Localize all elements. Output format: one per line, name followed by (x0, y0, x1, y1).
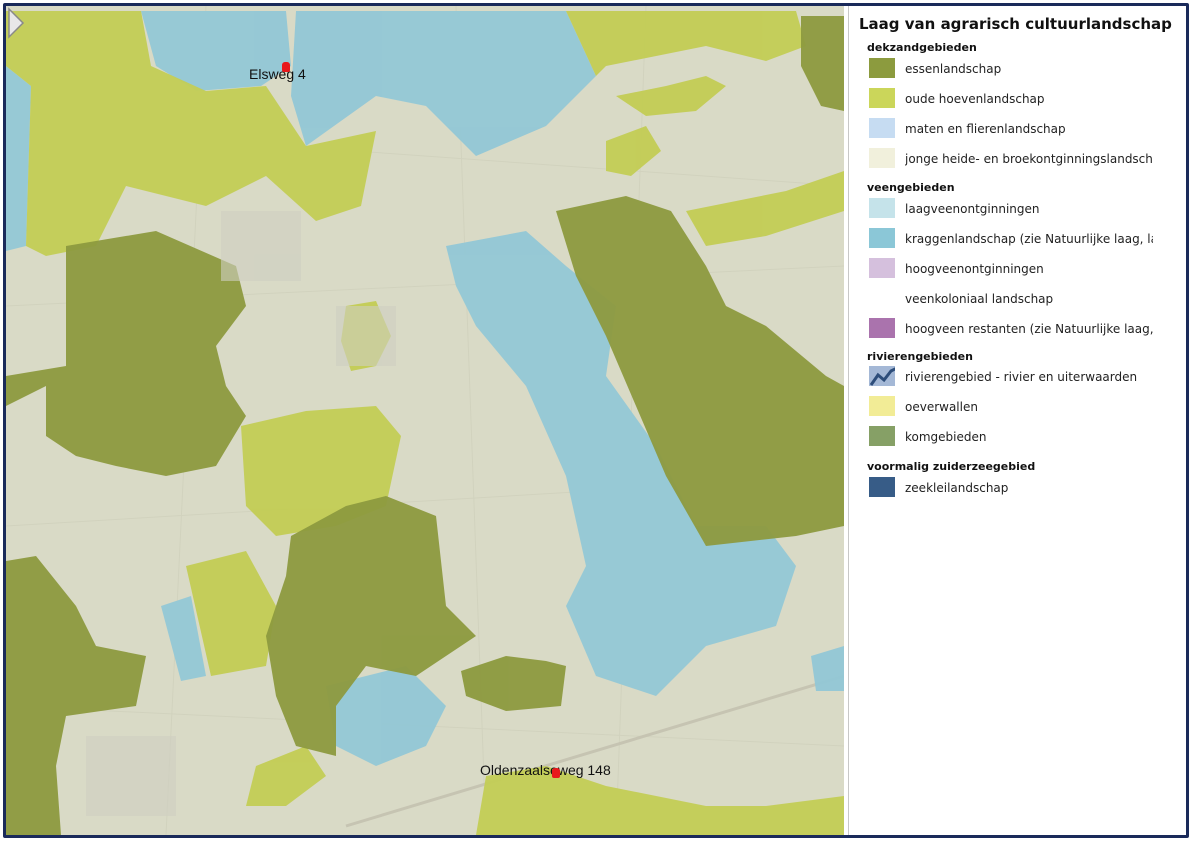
legend-swatch (869, 58, 895, 78)
legend-swatch (869, 477, 895, 497)
legend-group-heading: voormalig zuiderzeegebied (867, 460, 1036, 473)
legend-swatch (869, 318, 895, 338)
location-marker-elsweg[interactable] (282, 62, 290, 72)
map-view[interactable]: Elsweg 4 Oldenzaalseweg 148 (6, 6, 844, 835)
legend-swatch (869, 258, 895, 278)
legend-item-label: essenlandschap (905, 62, 1002, 76)
legend-item: jonge heide- en broekontginningslandscha… (867, 148, 1167, 172)
legend-item-label: hoogveenontginningen (905, 262, 1044, 276)
location-marker-oldenzaalseweg[interactable] (552, 768, 560, 778)
legend-item-label: kraggenlandschap (zie Natuurlijke laag, … (905, 232, 1153, 246)
legend-item: rivierengebied - rivier en uiterwaarden (867, 366, 1167, 390)
legend-swatch (869, 148, 895, 168)
legend-swatch (869, 426, 895, 446)
viewer-frame: Elsweg 4 Oldenzaalseweg 148 Laag van agr… (3, 3, 1189, 838)
legend-panel: Laag van agrarisch cultuurlandschap dekz… (848, 6, 1186, 835)
legend-item: hoogveenontginningen (867, 258, 1167, 282)
legend-item: hoogveen restanten (zie Natuurlijke laag… (867, 318, 1167, 342)
chevron-right-icon[interactable] (6, 6, 26, 40)
legend-item: essenlandschap (867, 58, 1167, 82)
legend-item-label: jonge heide- en broekontginningslandscha… (905, 152, 1153, 166)
legend-item-label: veenkoloniaal landschap (905, 292, 1054, 306)
legend-group-heading: rivierengebieden (867, 350, 973, 363)
legend-item-label: oeverwallen (905, 400, 978, 414)
legend-item-label: komgebieden (905, 430, 987, 444)
legend-item: oeverwallen (867, 396, 1167, 420)
legend-item-label: oude hoevenlandschap (905, 92, 1045, 106)
legend-item: oude hoevenlandschap (867, 88, 1167, 112)
place-label-elsweg: Elsweg 4 (249, 66, 306, 82)
river-line-icon (869, 366, 895, 386)
legend-title: Laag van agrarisch cultuurlandschap (859, 15, 1172, 33)
legend-item-label: hoogveen restanten (zie Natuurlijke laag… (905, 322, 1153, 336)
legend-item: komgebieden (867, 426, 1167, 450)
legend-swatch (869, 198, 895, 218)
legend-swatch (869, 118, 895, 138)
legend-swatch (869, 88, 895, 108)
legend-item: zeekleilandschap (867, 477, 1167, 501)
legend-item: veenkoloniaal landschap (867, 288, 1167, 312)
legend-item: laagveenontginningen (867, 198, 1167, 222)
legend-item-label: maten en flierenlandschap (905, 122, 1066, 136)
legend-swatch (869, 396, 895, 416)
legend-item-label: zeekleilandschap (905, 481, 1009, 495)
landscape-map[interactable] (6, 6, 844, 835)
legend-item: kraggenlandschap (zie Natuurlijke laag, … (867, 228, 1167, 252)
legend-group-heading: veengebieden (867, 181, 955, 194)
place-label-oldenzaalseweg: Oldenzaalseweg 148 (480, 762, 611, 778)
legend-item: maten en flierenlandschap (867, 118, 1167, 142)
legend-group-heading: dekzandgebieden (867, 41, 977, 54)
legend-swatch (869, 228, 895, 248)
legend-item-label: rivierengebied - rivier en uiterwaarden (905, 370, 1138, 384)
legend-swatch (869, 288, 895, 308)
legend-item-label: laagveenontginningen (905, 202, 1040, 216)
